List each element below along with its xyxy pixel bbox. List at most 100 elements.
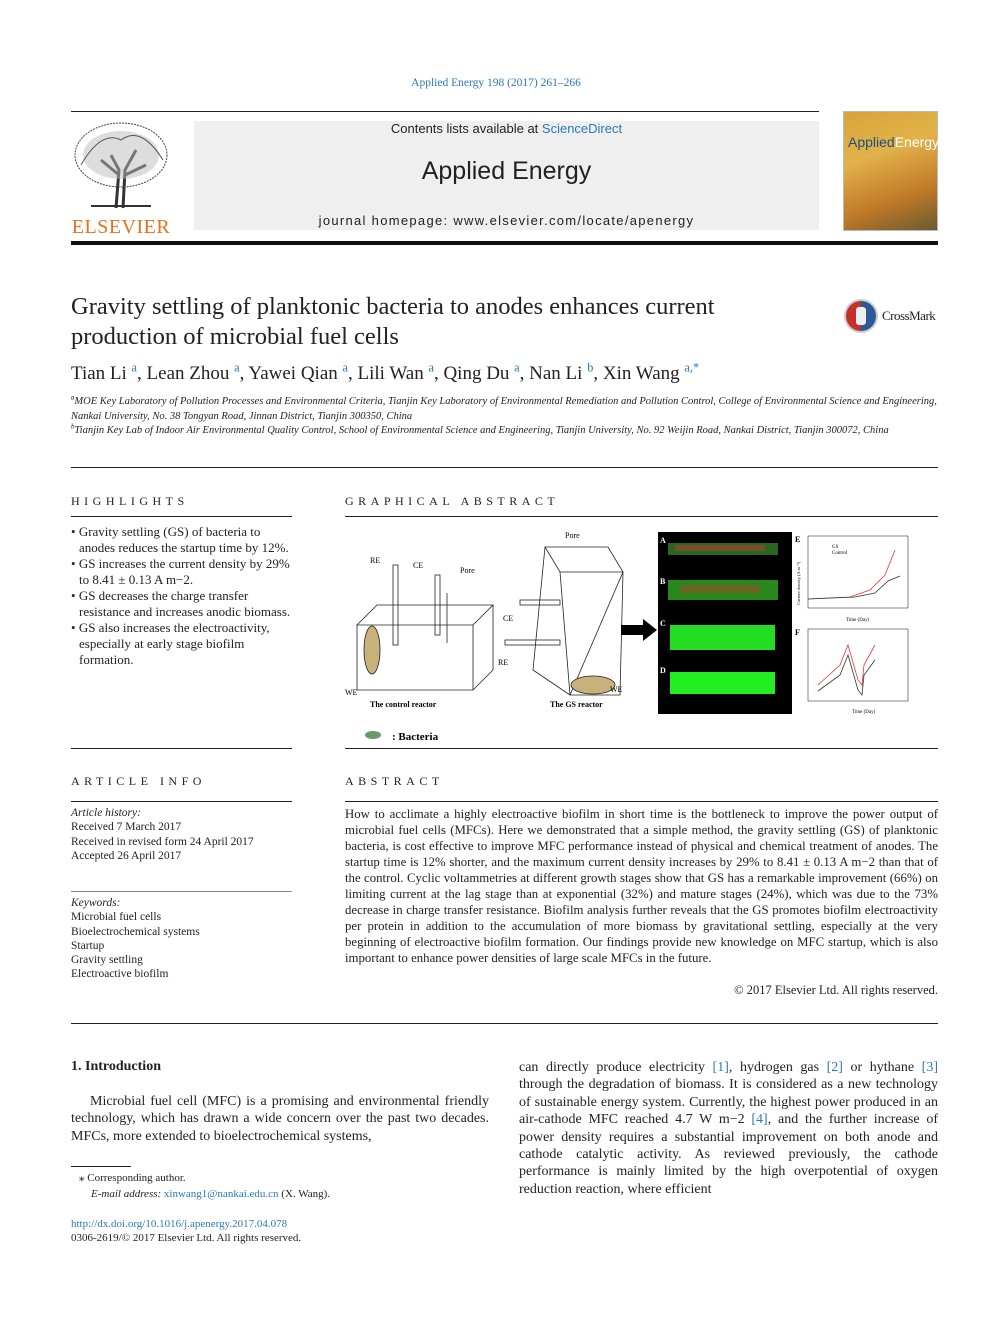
- homepage-prefix: journal homepage:: [318, 213, 454, 228]
- homepage-link[interactable]: www.elsevier.com/locate/apenergy: [453, 213, 694, 228]
- journal-cover[interactable]: AppliedEnergy: [843, 111, 939, 231]
- text-run: or hythane: [842, 1060, 922, 1075]
- reference-link[interactable]: [3]: [922, 1060, 938, 1075]
- chart-f: [807, 628, 909, 702]
- intro-paragraph-continued: can directly produce electricity [1], hy…: [519, 1059, 938, 1198]
- reference-link[interactable]: [2]: [827, 1060, 843, 1075]
- divider: [71, 111, 819, 112]
- author[interactable]: Nan Li b: [529, 361, 593, 384]
- legend-gs: GS: [832, 545, 839, 550]
- ce-label: CE: [413, 561, 423, 570]
- we-label: WE: [610, 685, 623, 694]
- microscopy-panels: [658, 532, 792, 714]
- abstract-heading: ABSTRACT: [345, 774, 444, 788]
- tree-icon: [71, 120, 171, 210]
- corresponding-author-note: ⁎ Corresponding author.: [79, 1171, 186, 1185]
- email-link[interactable]: xinwang1@nankai.edu.cn: [164, 1188, 279, 1200]
- panel-c-label: C: [660, 619, 666, 628]
- affiliation-marker[interactable]: a: [514, 361, 519, 375]
- keyword: Bioelectrochemical systems: [71, 925, 200, 938]
- divider: [71, 516, 292, 517]
- gs-reactor-label: The GS reactor: [550, 700, 603, 709]
- article-info-heading: ARTICLE INFO: [71, 774, 206, 788]
- graphical-abstract-figure[interactable]: RE CE Pore WE The control reactor Pore C…: [340, 525, 940, 745]
- journal-citation[interactable]: Applied Energy 198 (2017) 261–266: [0, 77, 992, 89]
- journal-banner: Contents lists available at ScienceDirec…: [194, 121, 819, 230]
- panel-a-label: A: [660, 536, 666, 545]
- homepage-line: journal homepage: www.elsevier.com/locat…: [194, 213, 819, 228]
- we-label: WE: [345, 688, 358, 697]
- divider: [345, 748, 938, 749]
- affiliation-marker[interactable]: b: [587, 361, 593, 375]
- doi-link[interactable]: http://dx.doi.org/10.1016/j.apenergy.201…: [71, 1217, 287, 1231]
- text-run: can directly produce electricity: [519, 1060, 713, 1075]
- divider: [71, 801, 292, 802]
- author[interactable]: Yawei Qian a: [248, 361, 348, 384]
- y-axis-label: Current density (A m⁻²): [796, 561, 801, 605]
- crossmark-label: CrossMark: [882, 308, 936, 323]
- affiliation-text: MOE Key Laboratory of Pollution Processe…: [71, 396, 937, 422]
- re-label: RE: [370, 556, 380, 565]
- x-axis-label: Time (Day): [846, 618, 870, 623]
- author[interactable]: Xin Wang a,*: [603, 361, 699, 384]
- author[interactable]: Lean Zhou a: [146, 361, 240, 384]
- sciencedirect-link[interactable]: ScienceDirect: [542, 121, 622, 136]
- author-name: Lean Zhou: [146, 363, 230, 384]
- history-label: Article history:: [71, 807, 141, 819]
- history-item: Received 7 March 2017: [71, 821, 182, 834]
- graphical-abstract-heading: GRAPHICAL ABSTRACT: [345, 494, 560, 508]
- author-name: Tian Li: [71, 363, 127, 384]
- keywords: Keywords: Microbial fuel cells Bioelectr…: [71, 896, 292, 982]
- ce-label: CE: [503, 614, 513, 623]
- cover-title-part: Applied: [848, 134, 895, 150]
- elsevier-logo[interactable]: ELSEVIER: [71, 120, 171, 238]
- divider: [71, 748, 292, 749]
- affiliation-marker[interactable]: a: [428, 361, 433, 375]
- history-item: Accepted 26 April 2017: [71, 849, 182, 862]
- highlight-item: GS increases the current density by 29% …: [71, 556, 292, 588]
- keyword: Gravity settling: [71, 954, 143, 967]
- keywords-label: Keywords:: [71, 897, 121, 909]
- article-title: Gravity settling of planktonic bacteria …: [71, 293, 715, 350]
- divider: [71, 891, 292, 892]
- author[interactable]: Lili Wan a: [357, 361, 434, 384]
- abstract-text: How to acclimate a highly electroactive …: [345, 807, 938, 965]
- citation-link[interactable]: Applied Energy 198 (2017) 261–266: [411, 77, 581, 89]
- arrow-icon: [621, 619, 657, 641]
- control-reactor: [356, 564, 494, 691]
- journal-title: Applied Energy: [421, 157, 592, 185]
- control-reactor-label: The control reactor: [370, 700, 437, 709]
- chart-e: [807, 535, 909, 609]
- email-label: E-mail address:: [91, 1188, 164, 1200]
- reference-link[interactable]: [4]: [751, 1112, 767, 1127]
- panel-d-label: D: [660, 666, 666, 675]
- re-label: RE: [498, 658, 508, 667]
- author-name: Nan Li: [529, 363, 583, 384]
- footnote-text: Corresponding author.: [87, 1172, 186, 1184]
- x-axis-label: Time (Day): [852, 710, 876, 715]
- email-suffix: (X. Wang).: [278, 1188, 330, 1200]
- divider: [71, 467, 938, 468]
- reference-link[interactable]: [1]: [713, 1060, 729, 1075]
- author[interactable]: Qing Du a: [443, 361, 519, 384]
- affiliation: bTianjin Key Lab of Indoor Air Environme…: [71, 424, 938, 439]
- email-note: E-mail address: xinwang1@nankai.edu.cn (…: [91, 1187, 330, 1201]
- issn-copyright: 0306-2619/© 2017 Elsevier Ltd. All right…: [71, 1232, 302, 1244]
- author-name: Lili Wan: [357, 363, 424, 384]
- intro-paragraph: Microbial fuel cell (MFC) is a promising…: [71, 1094, 489, 1144]
- contents-line: Contents lists available at ScienceDirec…: [194, 121, 819, 136]
- affiliation-marker[interactable]: a: [132, 361, 137, 375]
- highlight-item: Gravity settling (GS) of bacteria to ano…: [71, 524, 292, 556]
- keyword: Microbial fuel cells: [71, 911, 162, 924]
- author-list: Tian Li a, Lean Zhou a, Yawei Qian a, Li…: [71, 360, 700, 384]
- keyword: Startup: [71, 939, 105, 952]
- crossmark-button[interactable]: CrossMark: [843, 298, 936, 334]
- panel-f-label: F: [795, 628, 800, 637]
- affiliation-marker[interactable]: a: [234, 361, 239, 375]
- article-history: Article history: Received 7 March 2017 R…: [71, 806, 292, 863]
- affiliation-marker[interactable]: a,*: [684, 361, 699, 375]
- crossmark-icon: [844, 299, 878, 333]
- author[interactable]: Tian Li a: [71, 361, 137, 384]
- affiliation-marker[interactable]: a: [343, 361, 348, 375]
- affiliations: aMOE Key Laboratory of Pollution Process…: [71, 395, 938, 439]
